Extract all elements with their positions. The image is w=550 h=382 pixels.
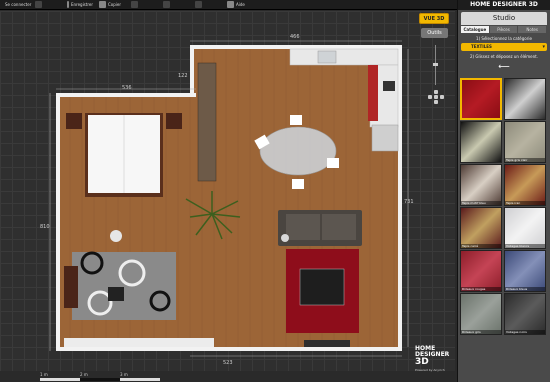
panel-tabs: Catalogue Pièces Notes [461,26,547,33]
app-logo: HOME DESIGNER 3D Powered by Anyrich [415,346,455,373]
catalog-tile-caption: Tapis carré [461,244,501,248]
tv-stand [304,340,350,347]
dimension-right: 731 [404,199,414,205]
scale-segment-2 [80,378,120,381]
logo-tagline: Powered by Anyrich [415,368,445,372]
toolbar-item-5[interactable] [163,1,189,8]
dimension-top: 466 [290,34,300,40]
toolbar-icon-2 [67,1,69,8]
toolbar-icon-1 [35,1,42,8]
pan-up-icon[interactable] [434,90,438,94]
category-dropdown[interactable]: TEXTILES [461,43,547,51]
catalog-tile[interactable]: Rideaux gris [460,293,502,335]
catalog-tile[interactable]: Tapis carré [460,207,502,249]
view-3d-button[interactable]: VUE 3D [419,13,449,24]
view-3d-label: VUE 3D [423,16,445,22]
tools-button[interactable]: Outils [421,28,448,38]
category-value: TEXTILES [471,44,492,49]
pan-down-icon[interactable] [434,100,438,104]
catalog-tile-caption: Rideaux bleus [505,287,545,291]
toolbar-label-7: Aide [236,2,245,7]
floor-plan-canvas[interactable]: 466 122 536 810 731 523 [0,11,455,371]
toolbar-item-3[interactable]: Copier [99,1,125,8]
logo-line-3: 3D [415,357,429,367]
scale-label-1: 1 m [40,372,48,377]
floor-plan[interactable] [0,11,455,371]
catalog-tile[interactable]: Rideaux rouges [460,250,502,292]
scale-label-2: 2 m [80,372,88,377]
bench [64,338,214,347]
floor-lamp [281,234,289,242]
catalog-tile-caption: Rideaux gris [461,330,501,334]
catalog-tile[interactable]: Tapis motif bleu [460,164,502,206]
bookshelf [197,62,217,182]
dimension-left-room: 536 [122,85,132,91]
drag-arrow-icon: ⟵ [498,62,510,71]
tab-0[interactable]: Catalogue [461,26,489,33]
toolbar-icon-5 [163,1,170,8]
toolbar-label-0: Se connecter [5,2,32,7]
catalog-tile[interactable]: Voilages blancs [504,207,546,249]
red-rug [286,249,359,333]
scale-segment-3 [120,378,160,381]
toolbar-icon-7 [227,1,234,8]
catalog-tile-caption: Voilages blancs [505,244,545,248]
toolbar-item-4[interactable] [131,1,157,8]
studio-title: Studio [461,12,547,25]
scale-segment-1 [40,378,80,381]
catalog-tile[interactable]: Tapis iran [504,164,546,206]
catalog-tile-caption: Tapis iran [505,201,545,205]
scale-bar: 1 m 2 m 3 m [40,372,160,382]
tab-1[interactable]: Pièces [489,26,518,33]
toolbar-label-3: Copier [108,2,121,7]
catalog-tile[interactable]: Rideaux bleus [504,250,546,292]
toolbar-label-2: Enregistrer [70,2,93,7]
zoom-handle[interactable] [433,63,438,66]
tools-label: Outils [427,30,442,36]
catalog-tile[interactable]: Tapis gris clair [504,121,546,163]
dimension-left: 810 [40,224,50,230]
catalog-tile[interactable]: Voilages noirs [504,293,546,335]
toolbar-icon-4 [131,1,138,8]
catalog-tile[interactable] [504,78,546,120]
toolbar-item-0[interactable]: Se connecter [3,1,32,8]
step-1-text: 1) Sélectionnez la catégorie [476,36,532,41]
brand-title: HOME DESIGNER 3D [458,0,550,10]
dimension-bottom: 523 [223,360,233,366]
toolbar-item-6[interactable] [195,1,221,8]
catalog-tile-caption: Tapis motif bleu [461,201,501,205]
pan-center-icon[interactable] [434,95,438,99]
toolbar-item-2[interactable]: Enregistrer [67,1,93,8]
tab-2[interactable]: Notes [518,26,547,33]
toolbar-item-1[interactable] [35,1,61,8]
toolbar-icon-6 [195,1,202,8]
lamp [110,230,122,242]
toolbar-icon-3 [99,1,106,8]
catalog-grid: Tapis gris clair Tapis motif bleu Tapis ir… [460,78,548,378]
catalog-tile-caption: Voilages noirs [505,330,545,334]
sofa [278,210,362,246]
circle-rug [64,251,176,320]
catalog-tile-caption: Rideaux rouges [461,287,501,291]
toolbar-item-7[interactable]: Aide [227,1,253,8]
catalog-tile[interactable] [460,121,502,163]
step-2-text: 2) Glissez et déposez un élément. [469,54,538,59]
scale-label-3: 3 m [120,372,128,377]
pan-left-icon[interactable] [428,95,432,99]
pan-right-icon[interactable] [440,95,444,99]
catalog-tile[interactable] [460,78,502,120]
catalog-tile-caption: Tapis gris clair [505,158,545,162]
dimension-wall-segment: 122 [178,73,188,79]
